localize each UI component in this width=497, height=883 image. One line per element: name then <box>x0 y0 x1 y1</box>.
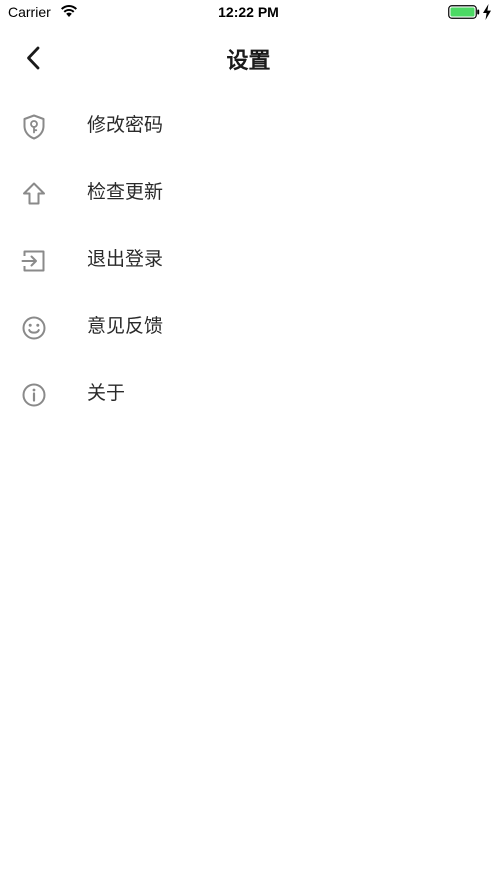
logout-icon <box>21 250 45 272</box>
charging-bolt-icon <box>483 4 491 20</box>
page-title: 设置 <box>226 49 271 74</box>
battery-icon <box>448 5 480 19</box>
menu-item-check-update[interactable]: 检查更新 <box>0 159 497 226</box>
menu-item-label: 修改密码 <box>87 114 164 136</box>
shield-key-icon <box>23 114 45 140</box>
smiley-icon <box>22 316 46 340</box>
menu-item-label: 关于 <box>87 382 126 404</box>
status-bar: Carrier 12:22 PM <box>0 0 497 26</box>
menu-item-label: 检查更新 <box>87 181 164 203</box>
arrow-up-icon <box>23 182 45 205</box>
menu-item-logout[interactable]: 退出登录 <box>0 226 497 293</box>
menu-item-change-password[interactable]: 修改密码 <box>0 92 497 159</box>
menu-item-label: 退出登录 <box>87 248 164 270</box>
menu-item-about[interactable]: 关于 <box>0 360 497 427</box>
navigation-bar: 设置 <box>0 26 497 90</box>
settings-menu: 修改密码 检查更新 退出登录 意见反馈 关于 <box>0 92 497 427</box>
status-time: 12:22 PM <box>218 4 279 20</box>
info-icon <box>22 383 46 407</box>
menu-item-feedback[interactable]: 意见反馈 <box>0 293 497 360</box>
menu-item-label: 意见反馈 <box>87 315 164 337</box>
